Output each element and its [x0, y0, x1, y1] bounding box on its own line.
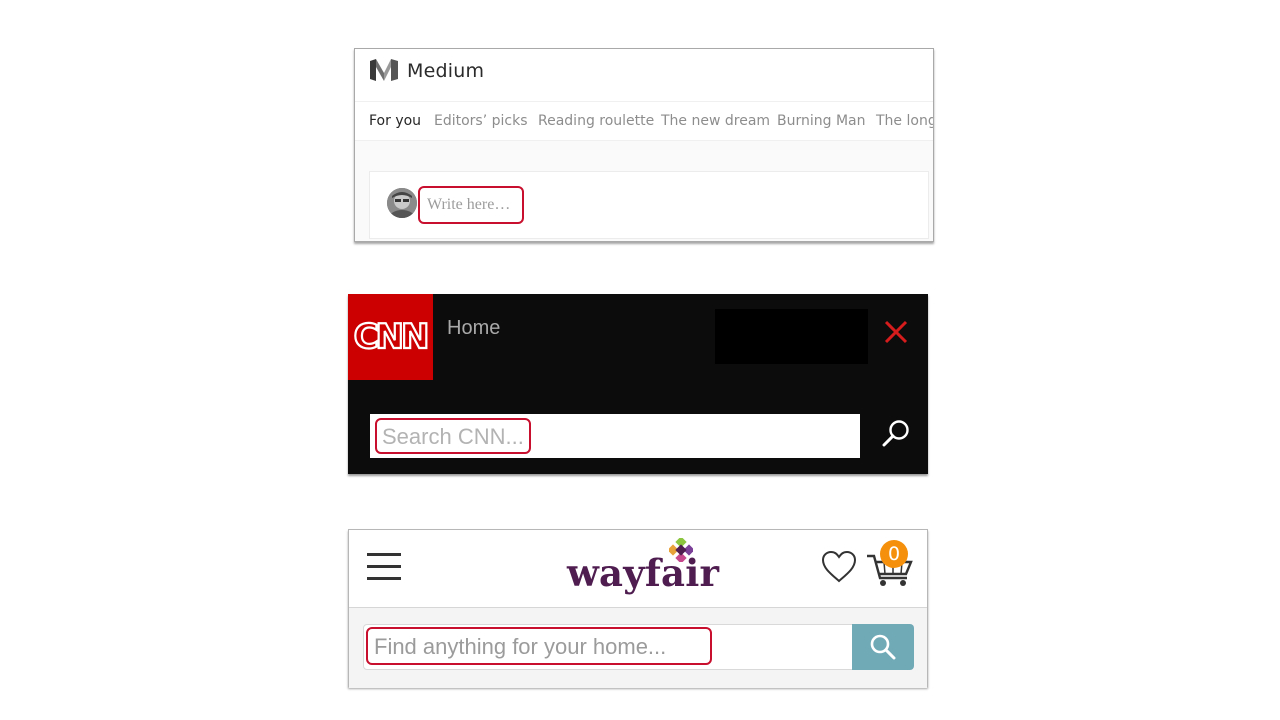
tab-burning-man[interactable]: Burning Man	[777, 113, 866, 129]
medium-panel: Medium For you Editors’ picks Reading ro…	[354, 48, 934, 242]
search-input[interactable]: Search CNN...	[375, 418, 531, 454]
tab-reading-roulette[interactable]: Reading roulette	[538, 113, 654, 129]
heart-icon[interactable]	[821, 550, 857, 584]
wayfair-logo-text: wayfair	[567, 551, 720, 595]
search-icon	[870, 634, 896, 660]
redacted-block	[715, 309, 868, 364]
medium-header: Medium	[355, 49, 933, 95]
cnn-panel: CNN Home Search CNN...	[348, 294, 928, 474]
cnn-home-link[interactable]: Home	[447, 317, 500, 340]
search-input[interactable]: Find anything for your home...	[366, 627, 712, 665]
wayfair-panel: wayfair 0 Find anything for your home...	[348, 529, 928, 688]
wayfair-search-box: Find anything for your home...	[363, 624, 853, 670]
cnn-logo-icon: CNN	[352, 316, 431, 358]
close-icon[interactable]	[881, 317, 911, 347]
wayfair-pinwheel-icon	[669, 538, 693, 562]
tab-the-long[interactable]: The long	[876, 113, 933, 129]
search-button[interactable]	[852, 624, 914, 670]
cnn-logo-text: CNN	[354, 317, 427, 357]
tab-for-you[interactable]: For you	[369, 113, 421, 129]
tab-the-new-dream[interactable]: The new dream	[661, 113, 770, 129]
cart-count-badge: 0	[880, 540, 908, 568]
wayfair-header: wayfair 0	[349, 530, 927, 608]
cnn-logo[interactable]: CNN	[348, 294, 433, 380]
medium-brand-name[interactable]: Medium	[407, 60, 484, 82]
search-icon[interactable]	[880, 418, 912, 450]
cnn-search-bar: Search CNN...	[370, 414, 860, 458]
medium-m-icon[interactable]	[370, 59, 398, 81]
user-avatar-icon	[387, 188, 417, 218]
medium-compose-area: Write here…	[355, 141, 933, 241]
compose-input[interactable]: Write here…	[418, 186, 524, 224]
avatar[interactable]	[387, 188, 417, 218]
menu-icon[interactable]	[367, 552, 403, 582]
wayfair-search-row: Find anything for your home...	[349, 608, 927, 688]
tab-editors-picks[interactable]: Editors’ picks	[434, 113, 528, 129]
medium-tab-bar: For you Editors’ picks Reading roulette …	[355, 101, 933, 141]
medium-compose-card: Write here…	[369, 171, 929, 239]
wayfair-logo[interactable]: wayfair	[567, 538, 719, 600]
